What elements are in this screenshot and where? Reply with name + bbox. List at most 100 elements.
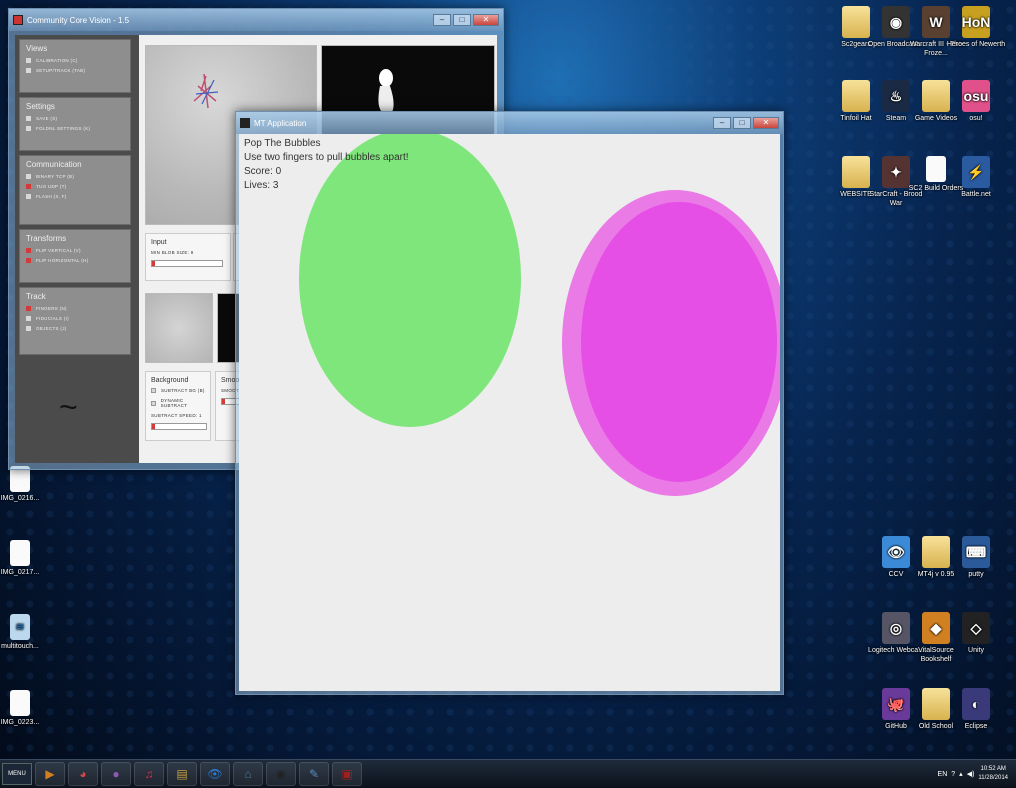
option-checkbox[interactable] bbox=[26, 248, 31, 253]
desktop-file-icon[interactable]: ≋ multitouch... bbox=[0, 614, 50, 651]
option-label: FINGERS (N) bbox=[36, 306, 67, 311]
panel-option[interactable]: FIDUCIALS (I) bbox=[26, 316, 124, 321]
close-button[interactable]: ✕ bbox=[753, 117, 779, 129]
option-checkbox[interactable] bbox=[26, 126, 31, 131]
desktop-file-icon[interactable]: IMG_0217... bbox=[0, 540, 50, 577]
background-group-title: Background bbox=[151, 377, 189, 384]
network-icon[interactable]: ▴ bbox=[959, 770, 963, 778]
volume-icon[interactable]: ◀) bbox=[967, 770, 975, 778]
panel-option[interactable]: BINARY TCP (B) bbox=[26, 174, 124, 179]
ccv-panel-settings: Settings SAVE (S) FOLDNL SETTINGS (K) bbox=[19, 97, 131, 151]
magenta-bubble-inner[interactable] bbox=[581, 202, 777, 482]
start-button[interactable]: MENU bbox=[2, 763, 32, 785]
option-checkbox[interactable] bbox=[26, 316, 31, 321]
taskbar-explorer-icon[interactable]: ▤ bbox=[167, 762, 197, 786]
panel-option[interactable]: FLIP VERTICAL (V) bbox=[26, 248, 124, 253]
background-option[interactable]: SUBTRACT BG (B) bbox=[151, 388, 205, 393]
taskbar-notes-icon[interactable]: ✎ bbox=[299, 762, 329, 786]
close-button[interactable]: ✕ bbox=[473, 14, 499, 26]
subtract-speed-label: SUBTRACT SPEED: 1 bbox=[151, 413, 202, 418]
option-checkbox[interactable] bbox=[26, 68, 31, 73]
option-label: SETUP/TRACK (TAB) bbox=[36, 68, 86, 73]
minimize-button[interactable]: – bbox=[713, 117, 731, 129]
desktop-icon-bnet[interactable]: ⚡ Battle.net bbox=[946, 156, 1006, 199]
clock-time: 10:52 AM bbox=[980, 766, 1006, 772]
desktop-icon-label: multitouch... bbox=[1, 643, 39, 650]
mt-app-icon bbox=[240, 118, 250, 128]
panel-title: Settings bbox=[26, 102, 55, 111]
desktop-icon-putty[interactable]: ⌨ putty bbox=[946, 536, 1006, 579]
subtract-speed-slider[interactable] bbox=[151, 423, 207, 430]
desktop-icon-hon[interactable]: HoN Heroes of Newerth bbox=[946, 6, 1006, 49]
taskbar-ccv-eye-icon[interactable]: 👁 bbox=[200, 762, 230, 786]
bnet-icon: ⚡ bbox=[962, 156, 990, 188]
option-checkbox[interactable] bbox=[26, 184, 31, 189]
taskbar-chrome-icon[interactable]: ◕ bbox=[68, 762, 98, 786]
option-checkbox[interactable] bbox=[26, 258, 31, 263]
panel-option[interactable]: SETUP/TRACK (TAB) bbox=[26, 68, 124, 73]
option-checkbox[interactable] bbox=[26, 194, 31, 199]
clock[interactable]: 10:52 AM 11/28/2014 bbox=[978, 765, 1008, 783]
language-indicator[interactable]: EN bbox=[938, 771, 948, 778]
desktop-icon-label: Heroes of Newerth bbox=[946, 41, 1006, 48]
system-tray: EN ? ▴ ◀) 10:52 AM 11/28/2014 bbox=[938, 765, 1016, 783]
taskbar-media-player-icon[interactable]: ▶ bbox=[35, 762, 65, 786]
minimize-button[interactable]: – bbox=[433, 14, 451, 26]
option-checkbox[interactable] bbox=[26, 58, 31, 63]
maximize-button[interactable]: □ bbox=[453, 14, 471, 26]
panel-option[interactable]: FINGERS (N) bbox=[26, 306, 124, 311]
option-label: FOLDNL SETTINGS (K) bbox=[36, 126, 91, 131]
taskbar-orb-icon[interactable]: ● bbox=[101, 762, 131, 786]
green-bubble[interactable] bbox=[299, 134, 521, 427]
background-option[interactable]: DYNAMIC SUBTRACT bbox=[151, 398, 205, 408]
panel-option[interactable]: TUO UDP (T) bbox=[26, 184, 124, 189]
min-blob-size-slider[interactable] bbox=[151, 260, 223, 267]
option-label: FLIP HORIZONTAL (H) bbox=[36, 258, 89, 263]
clock-date: 11/28/2014 bbox=[978, 775, 1008, 781]
desktop-icon-label: osu! bbox=[969, 115, 983, 122]
ccv-panel-transforms: Transforms FLIP VERTICAL (V) FLIP HORIZONT… bbox=[19, 229, 131, 283]
min-blob-size-label: MIN BLOB SIZE: 9 bbox=[151, 250, 194, 255]
option-checkbox[interactable] bbox=[26, 326, 31, 331]
eclipse-icon: ◐ bbox=[962, 688, 990, 720]
option-label: SUBTRACT BG (B) bbox=[161, 388, 205, 393]
panel-option[interactable]: FOLDNL SETTINGS (K) bbox=[26, 126, 124, 131]
ccv-titlebar[interactable]: Community Core Vision - 1.5 – □ ✕ bbox=[9, 9, 503, 31]
panel-option[interactable]: FLASH (X, F) bbox=[26, 194, 124, 199]
panel-title: Views bbox=[26, 44, 48, 53]
panel-option[interactable]: OBJECTS (J) bbox=[26, 326, 124, 331]
game-instructions: Use two fingers to pull bubbles apart! bbox=[244, 152, 409, 163]
option-checkbox[interactable] bbox=[26, 174, 31, 179]
desktop-icon-label: Eclipse bbox=[964, 723, 988, 730]
ccv-panel-track: Track FINGERS (N) FIDUCIALS (I) OBJECTS (J) bbox=[19, 287, 131, 355]
unity-icon: ◇ bbox=[962, 612, 990, 644]
taskbar-obs-icon[interactable]: ◉ bbox=[266, 762, 296, 786]
putty-icon: ⌨ bbox=[962, 536, 990, 568]
desktop-icon-eclipse[interactable]: ◐ Eclipse bbox=[946, 688, 1006, 731]
desktop-file-icon[interactable]: IMG_0223... bbox=[0, 690, 50, 727]
desktop-icon-osu[interactable]: osu osu! bbox=[946, 80, 1006, 123]
panel-option[interactable]: SAVE (S) bbox=[26, 116, 124, 121]
game-canvas[interactable]: Pop The Bubbles Use two fingers to pull … bbox=[239, 134, 780, 691]
option-checkbox[interactable] bbox=[26, 116, 31, 121]
desktop-file-icon[interactable]: IMG_0216... bbox=[0, 466, 50, 503]
option-checkbox[interactable] bbox=[151, 388, 156, 393]
panel-option[interactable]: CALIBRATION (C) bbox=[26, 58, 124, 63]
panel-option[interactable]: FLIP HORIZONTAL (H) bbox=[26, 258, 124, 263]
taskbar-stream-icon[interactable]: ▣ bbox=[332, 762, 362, 786]
help-icon[interactable]: ? bbox=[951, 771, 955, 778]
taskbar-itunes-icon[interactable]: ♫ bbox=[134, 762, 164, 786]
mt-titlebar[interactable]: MT Application – □ ✕ bbox=[236, 112, 783, 134]
score-label: Score: 0 bbox=[244, 166, 282, 177]
taskbar-network-icon[interactable]: ⌂ bbox=[233, 762, 263, 786]
maximize-button[interactable]: □ bbox=[733, 117, 751, 129]
desktop-icon-unity[interactable]: ◇ Unity bbox=[946, 612, 1006, 655]
panel-title: Track bbox=[26, 292, 46, 301]
mt-application-window: MT Application – □ ✕ Pop The Bubbles Use… bbox=[235, 111, 784, 695]
option-checkbox[interactable] bbox=[151, 400, 156, 406]
option-label: FIDUCIALS (I) bbox=[36, 316, 69, 321]
file-icon: ≋ bbox=[10, 614, 30, 640]
file-icon bbox=[10, 540, 30, 566]
desktop-icon-label: putty bbox=[968, 571, 984, 578]
option-checkbox[interactable] bbox=[26, 306, 31, 311]
